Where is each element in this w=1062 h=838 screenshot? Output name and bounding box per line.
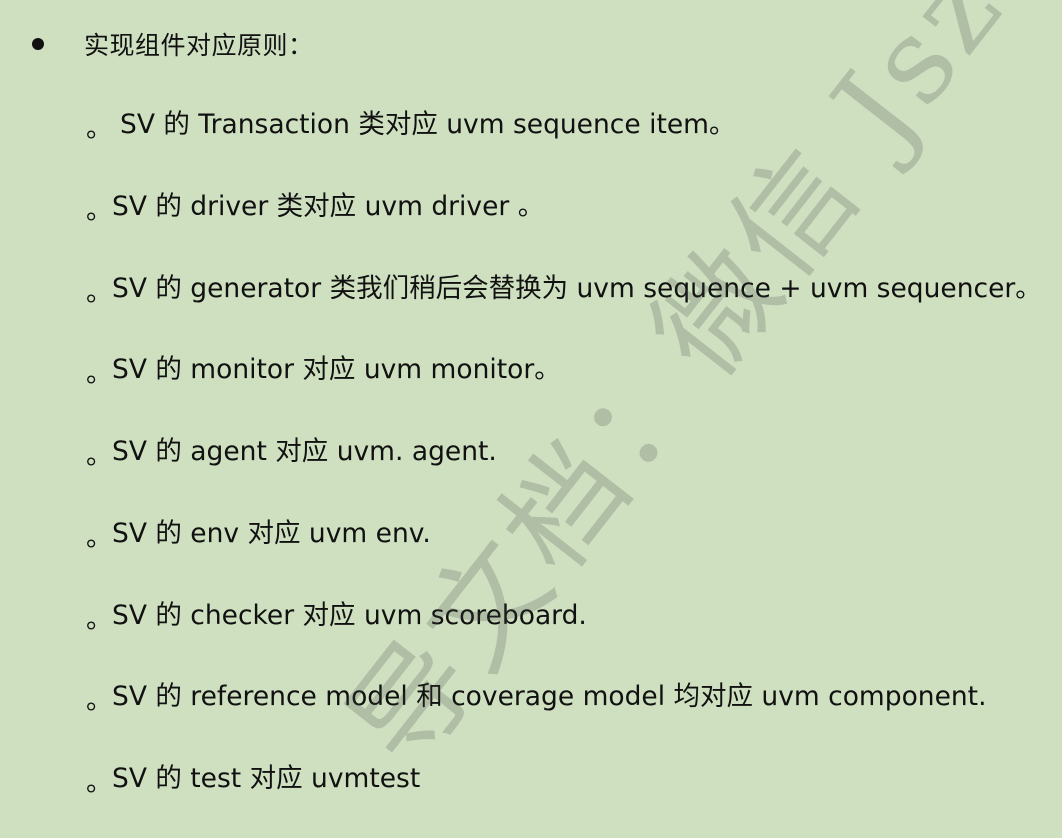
list-item-text: SV 的 reference model 和 coverage model 均对… [112, 681, 987, 713]
list-item: 。 SV 的 reference model 和 coverage model … [86, 674, 1042, 756]
list-marker: 。 [86, 603, 113, 635]
list-item-text: SV 的 monitor 对应 uvm monitor。 [112, 354, 561, 386]
list-item-text: SV 的 agent 对应 uvm. agent. [112, 436, 497, 467]
list-item-text: SV 的 checker 对应 uvm scoreboard. [112, 599, 587, 631]
list-item: 。 SV 的 generator 类我们稍后会替换为 uvm sequence … [86, 266, 1042, 348]
list-item: 。 SV 的 Transaction 类对应 uvm sequence item… [86, 102, 1042, 184]
list-marker: 。 [86, 440, 113, 471]
document-page: 实现组件对应原则： 。 SV 的 Transaction 类对应 uvm seq… [0, 0, 1062, 821]
bullet-dot-icon [32, 38, 44, 50]
mapping-list: 。 SV 的 Transaction 类对应 uvm sequence item… [86, 102, 1042, 838]
list-item-text: SV 的 driver 类对应 uvm driver 。 [112, 190, 545, 222]
list-item-text: SV 的 Transaction 类对应 uvm sequence item。 [120, 109, 736, 140]
list-marker: 。 [86, 194, 113, 226]
list-item: 。 SV 的 monitor 对应 uvm monitor。 [86, 347, 1042, 429]
list-marker: 。 [86, 767, 113, 798]
list-item-text: SV 的 env 对应 uvm env. [112, 517, 431, 549]
section-heading: 实现组件对应原则： [84, 31, 314, 60]
list-marker: 。 [86, 358, 113, 390]
list-marker: 。 [86, 113, 113, 144]
section-heading-row: 实现组件对应原则： [32, 22, 314, 66]
list-item: 。 SV 的 checker 对应 uvm scoreboard. [86, 593, 1042, 675]
list-item: 。 SV 的 env 对应 uvm env. [86, 511, 1042, 593]
list-marker: 。 [86, 521, 113, 553]
list-item-text: SV 的 generator 类我们稍后会替换为 uvm sequence + … [112, 272, 1042, 304]
list-item: 。 SV 的 agent 对应 uvm. agent. [86, 429, 1042, 511]
list-item-text: SV 的 test 对应 uvmtest [112, 763, 421, 794]
list-marker: 。 [86, 276, 113, 308]
list-marker: 。 [86, 685, 113, 717]
list-item: 。 SV 的 driver 类对应 uvm driver 。 [86, 184, 1042, 266]
list-item: 。 SV 的 test 对应 uvmtest [86, 756, 1042, 838]
